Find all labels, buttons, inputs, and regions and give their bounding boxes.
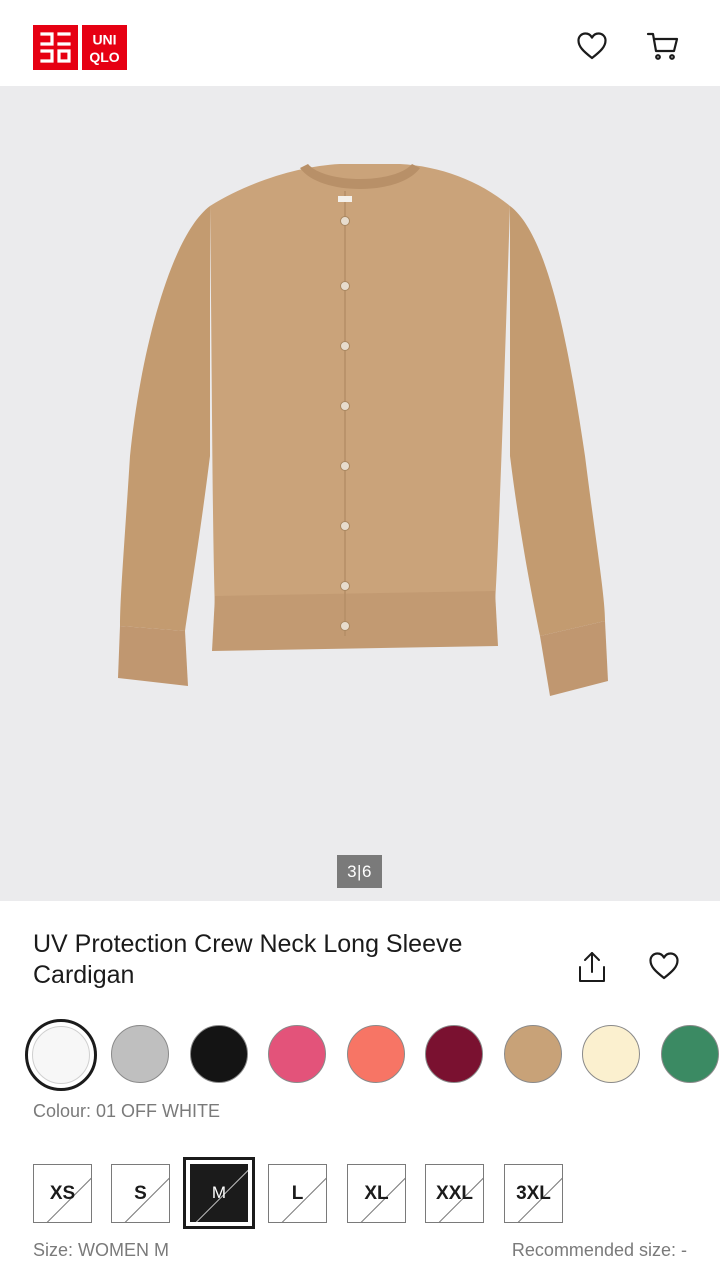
size-selected-fill: M [190,1164,248,1222]
size-option-s[interactable]: S [111,1164,170,1223]
size-label-l: L [291,1182,304,1204]
logo-bottom-text: QLO [89,49,119,65]
logo-katakana-box [33,25,78,70]
size-label-xs: XS [49,1182,76,1204]
colour-swatch-wine[interactable] [425,1025,483,1083]
cart-icon [646,32,679,60]
product-image [118,164,608,696]
size-option-3xl[interactable]: 3XL [504,1164,563,1223]
colour-swatch-green[interactable] [661,1025,719,1083]
counter-current: 3 [347,861,358,881]
size-option-xs[interactable]: XS [33,1164,92,1223]
colour-swatch-black[interactable] [190,1025,248,1083]
product-wishlist-button[interactable] [646,948,682,984]
share-icon [579,952,605,982]
product-image-gallery[interactable]: 3 | 6 [0,86,720,901]
size-option-l[interactable]: L [268,1164,327,1223]
size-option-xxl[interactable]: XXL [425,1164,484,1223]
wishlist-button[interactable] [574,28,610,64]
size-option-m[interactable]: M [183,1157,255,1229]
size-label: Size: WOMEN M [33,1240,170,1260]
size-label-xxl: XXL [436,1182,473,1204]
colour-swatch-list [0,1019,720,1091]
colour-swatch-gray[interactable] [111,1025,169,1083]
colour-swatch-cream[interactable] [582,1025,640,1083]
size-label-s: S [134,1182,147,1204]
colour-swatch-beige[interactable] [504,1025,562,1083]
top-bar: UNI QLO [0,0,720,86]
colour-label: Colour: 01 OFF WHITE [33,1101,221,1121]
size-label-m: M [211,1183,227,1202]
swatch-fill [32,1026,90,1084]
size-label-3xl: 3XL [516,1182,551,1204]
heart-icon [577,32,607,60]
logo-wordmark-box: UNI QLO [82,25,127,70]
heart-icon [649,952,679,980]
logo-top-text: UNI [92,32,116,48]
image-counter: 3 | 6 [337,855,382,888]
product-title: UV Protection Crew Neck Long Sleeve Card… [33,930,463,989]
uniqlo-logo[interactable]: UNI QLO [33,25,136,70]
cart-button[interactable] [645,28,681,64]
share-button[interactable] [574,948,610,986]
size-option-xl[interactable]: XL [347,1164,406,1223]
colour-swatch-coral[interactable] [347,1025,405,1083]
counter-total: 6 [361,861,372,881]
recommended-size-link[interactable]: Recommended size: - [512,1240,687,1261]
colour-swatch-pink[interactable] [268,1025,326,1083]
size-label-xl: XL [364,1182,389,1204]
colour-swatch-off-white[interactable] [25,1019,97,1091]
size-selector: XS S M L XL XXL 3XL [0,1157,720,1229]
